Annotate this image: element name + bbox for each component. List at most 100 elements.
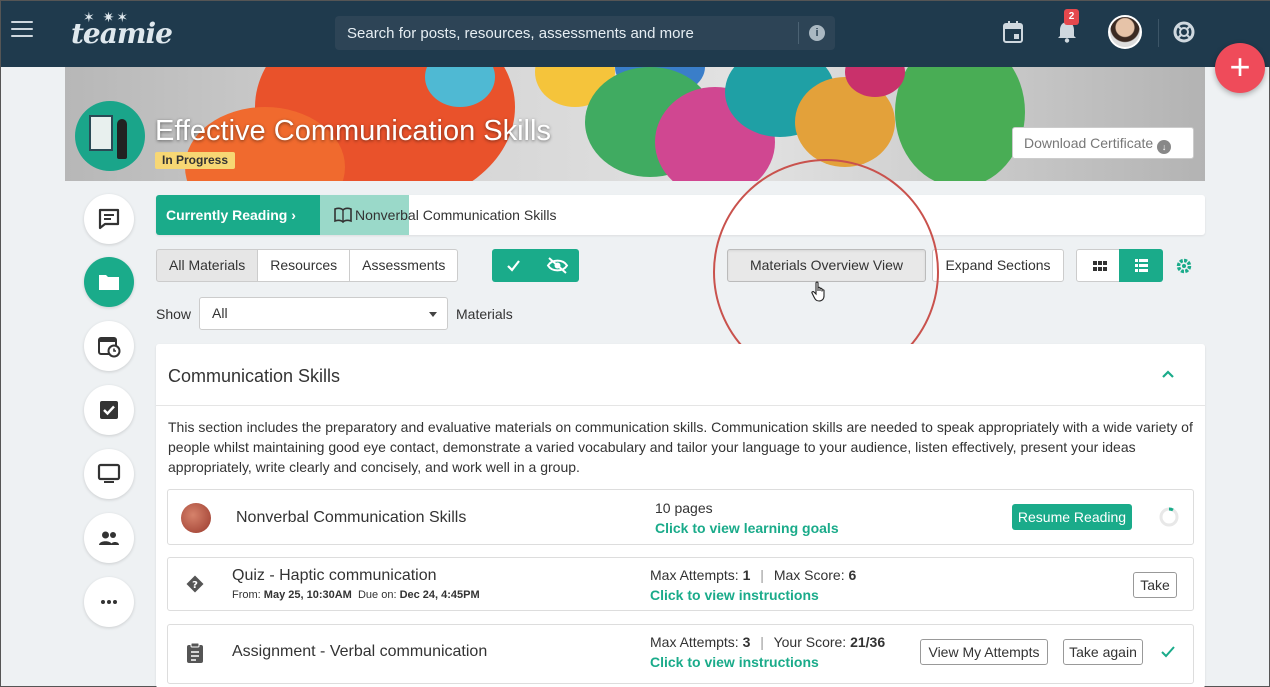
download-certificate-button[interactable]: Download Certificate ↓: [1012, 127, 1194, 159]
list-item: Assignment - Verbal communication Max At…: [167, 624, 1194, 684]
app-logo[interactable]: teamie: [71, 17, 173, 50]
currently-reading-bar[interactable]: Currently Reading › Nonverbal Communicat…: [156, 195, 1205, 235]
calendar-icon[interactable]: [1003, 21, 1023, 43]
hand-cursor-icon: [811, 281, 825, 302]
rail-materials-button[interactable]: [84, 257, 134, 307]
take-button[interactable]: Take: [1133, 572, 1177, 598]
plus-icon[interactable]: +: [1215, 43, 1265, 93]
section-title: Communication Skills: [168, 366, 341, 386]
expand-sections-button[interactable]: Expand Sections: [932, 249, 1064, 282]
list-item: Nonverbal Communication Skills 10 pages …: [167, 489, 1194, 545]
material-title[interactable]: Nonverbal Communication Skills: [236, 509, 466, 527]
show-label: Show: [156, 306, 192, 322]
course-title: Effective Communication Skills: [155, 115, 551, 147]
grid-view-button[interactable]: [1076, 249, 1120, 282]
assignment-title[interactable]: Assignment - Verbal communication: [232, 643, 487, 661]
learning-goals-link[interactable]: Click to view learning goals: [655, 520, 839, 536]
lifebuoy-icon[interactable]: [1173, 21, 1195, 43]
list-view-button[interactable]: [1119, 249, 1163, 282]
from-date: May 25, 10:30AM: [263, 589, 352, 601]
grid-icon: [1093, 261, 1107, 271]
people-icon: [99, 531, 119, 545]
tab-resources[interactable]: Resources: [257, 249, 351, 282]
global-search: i: [335, 16, 835, 50]
user-avatar[interactable]: [1108, 15, 1142, 49]
presenter-figure: [117, 119, 127, 159]
course-thumbnail: [75, 101, 145, 171]
quiz-icon: ?: [186, 575, 204, 593]
section-card: Communication Skills This section includ…: [156, 344, 1205, 687]
from-label: From:: [232, 589, 261, 601]
material-type-tabs: All Materials Resources Assessments: [156, 249, 459, 282]
checkbox-icon: [100, 401, 118, 419]
quiz-title[interactable]: Quiz - Haptic communication: [232, 567, 437, 585]
completed-check-icon: [1161, 646, 1175, 658]
more-icon: [101, 600, 117, 604]
max-attempts-label: Max Attempts:: [650, 567, 739, 583]
calendar-clock-icon: [98, 337, 121, 358]
menu-icon[interactable]: [11, 21, 33, 41]
show-hidden-button[interactable]: [536, 249, 579, 282]
view-my-attempts-button[interactable]: View My Attempts: [920, 639, 1048, 665]
show-published-button[interactable]: [492, 249, 535, 282]
monitor-icon: [97, 463, 121, 483]
rail-tasks-button[interactable]: [84, 385, 134, 435]
materials-overview-view-button[interactable]: Materials Overview View: [727, 249, 926, 282]
section-divider: [156, 405, 1205, 406]
quiz-dates: From: May 25, 10:30AM Due on: Dec 24, 4:…: [232, 589, 480, 601]
currently-reading-label: Currently Reading ›: [156, 195, 320, 235]
max-attempts-label: Max Attempts:: [650, 634, 739, 650]
rail-classroom-button[interactable]: [84, 449, 134, 499]
due-label: Due on:: [357, 589, 397, 601]
nav-divider: [1158, 19, 1159, 47]
list-item: ? Quiz - Haptic communication From: May …: [167, 557, 1194, 611]
download-certificate-label: Download Certificate: [1024, 135, 1154, 151]
instructions-link[interactable]: Click to view instructions: [650, 654, 819, 670]
resume-reading-button[interactable]: Resume Reading: [1012, 504, 1132, 530]
show-filter-value: All: [212, 305, 228, 321]
rail-calendar-button[interactable]: [84, 321, 134, 371]
search-divider: [798, 22, 799, 44]
top-navbar: ✶ ✷✶ teamie i 2: [1, 1, 1270, 67]
material-page-count: 10 pages: [655, 500, 713, 516]
banner-art: [895, 67, 1025, 181]
rail-posts-button[interactable]: [84, 194, 134, 244]
chevron-up-icon[interactable]: [1161, 369, 1175, 379]
rail-people-button[interactable]: [84, 513, 134, 563]
book-icon: [334, 207, 352, 223]
max-score-label: Max Score:: [773, 567, 845, 583]
meta-divider: |: [760, 634, 764, 650]
meta-divider: |: [760, 567, 764, 583]
presentation-icon: [89, 115, 113, 151]
currently-reading-text: Currently Reading: [166, 207, 288, 223]
gear-icon[interactable]: [1175, 257, 1193, 275]
your-score-value: 21/36: [850, 634, 886, 650]
your-score-label: Your Score:: [773, 634, 847, 650]
download-icon: ↓: [1157, 140, 1172, 154]
material-thumbnail: [181, 503, 211, 533]
assignment-limits: Max Attempts: 3 | Your Score: 21/36: [650, 634, 885, 650]
section-description: This section includes the preparatory an…: [168, 419, 1193, 475]
assignment-icon: [187, 642, 203, 663]
materials-label: Materials: [456, 306, 513, 322]
instructions-link[interactable]: Click to view instructions: [650, 587, 819, 603]
chevron-down-icon: [429, 312, 437, 317]
search-input[interactable]: [335, 16, 795, 50]
due-date: Dec 24, 4:45PM: [399, 589, 480, 601]
tab-all-materials[interactable]: All Materials: [156, 249, 259, 282]
visibility-toggle: [492, 249, 579, 282]
info-icon[interactable]: i: [809, 25, 825, 41]
max-attempts-value: 3: [742, 634, 751, 650]
folder-icon: [99, 275, 119, 290]
eye-off-icon: [546, 257, 569, 274]
take-again-button[interactable]: Take again: [1063, 639, 1143, 665]
show-filter-select[interactable]: All: [199, 297, 448, 330]
currently-reading-title[interactable]: Nonverbal Communication Skills: [355, 195, 557, 235]
chat-icon: [98, 208, 120, 230]
max-attempts-value: 1: [742, 567, 751, 583]
list-icon: [1135, 259, 1148, 272]
tab-assessments[interactable]: Assessments: [349, 249, 459, 282]
svg-text:?: ?: [192, 580, 198, 591]
rail-more-button[interactable]: [84, 577, 134, 627]
notification-badge: 2: [1064, 9, 1079, 25]
